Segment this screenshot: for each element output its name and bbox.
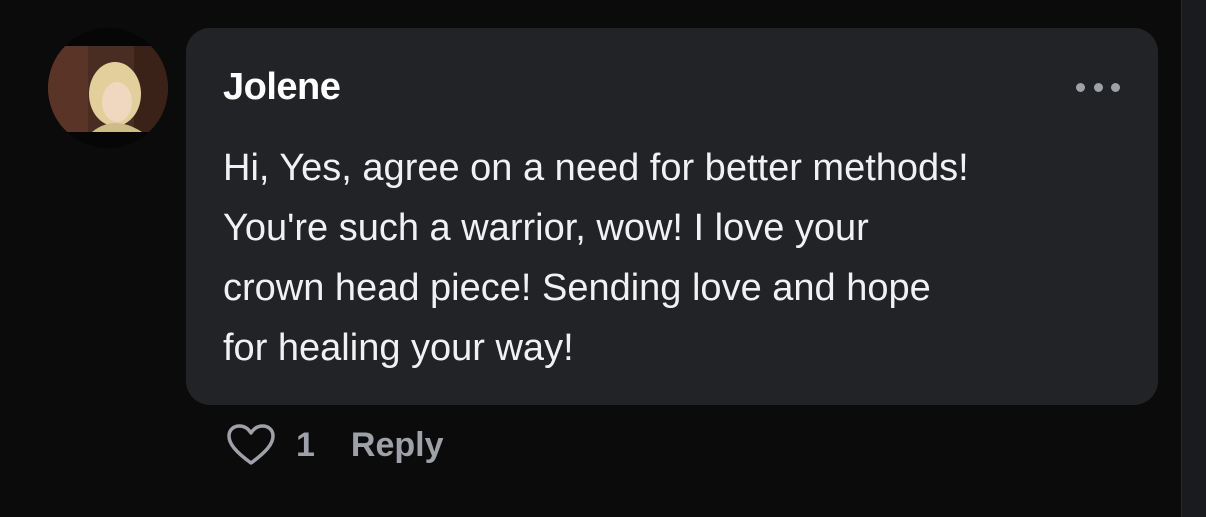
heart-icon — [227, 424, 275, 465]
comment-body: Hi, Yes, agree on a need for better meth… — [223, 138, 1123, 378]
more-dot — [1076, 82, 1085, 92]
comment-actions: 1 Reply — [226, 420, 444, 470]
comment-line: Hi, Yes, agree on a need for better meth… — [223, 147, 969, 189]
comment-author[interactable]: Jolene — [223, 66, 341, 109]
reply-button[interactable]: Reply — [351, 426, 444, 465]
avatar-photo — [48, 28, 168, 148]
comment-bubble: Jolene Hi, Yes, agree on a need for bett… — [186, 28, 1158, 405]
more-dot — [1111, 82, 1120, 92]
comment-line: for healing your way! — [223, 327, 574, 369]
comment-line: You're such a warrior, wow! I love your — [223, 207, 869, 249]
comment-thread: Jolene Hi, Yes, agree on a need for bett… — [0, 0, 1206, 517]
like-button[interactable]: 1 — [226, 423, 315, 467]
like-count: 1 — [296, 425, 315, 464]
more-options-icon[interactable] — [1076, 72, 1120, 102]
more-dot — [1093, 82, 1103, 92]
scrollbar[interactable] — [1181, 0, 1206, 517]
avatar[interactable] — [48, 28, 168, 148]
comment-line: crown head piece! Sending love and hope — [223, 267, 931, 309]
